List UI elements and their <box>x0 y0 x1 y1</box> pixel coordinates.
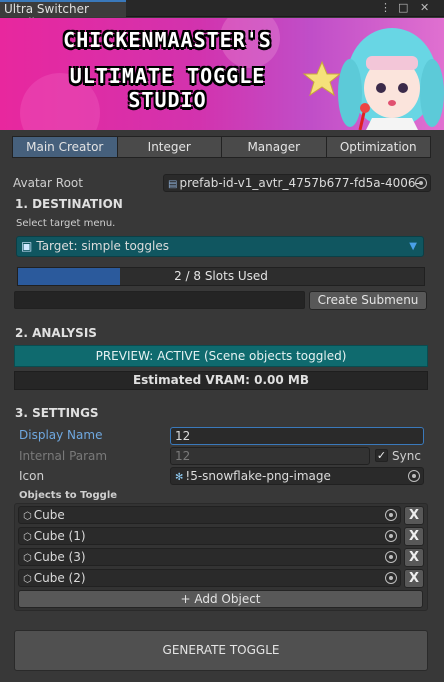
object-field[interactable]: ⬡ Cube (3) <box>18 548 401 566</box>
slots-progress-text: 2 / 8 Slots Used <box>174 269 268 283</box>
cube-icon: ⬡ <box>23 532 32 543</box>
object-picker-icon[interactable] <box>415 177 427 189</box>
tab-main-creator[interactable]: Main Creator <box>13 137 118 157</box>
objects-header: Objects to Toggle <box>19 490 118 501</box>
object-picker-icon[interactable] <box>385 509 397 521</box>
object-picker-icon[interactable] <box>385 572 397 584</box>
object-picker-icon[interactable] <box>385 530 397 542</box>
display-name-input[interactable]: 12 <box>170 427 424 445</box>
internal-param-input: 12 <box>170 447 370 465</box>
window-titlebar: Ultra Switcher Studio ⋮ □ ✕ <box>0 0 444 30</box>
close-icon[interactable]: ✕ <box>420 1 429 15</box>
window-title-tab[interactable]: Ultra Switcher Studio <box>0 0 126 30</box>
menu-icon: ▣ <box>21 239 33 253</box>
target-menu-value: Target: simple toggles <box>36 239 169 253</box>
preview-status-bar: PREVIEW: ACTIVE (Scene objects toggled) <box>14 345 428 367</box>
object-name: Cube (3) <box>33 550 86 564</box>
object-field[interactable]: ⬡ Cube (1) <box>18 527 401 545</box>
icon-label: Icon <box>19 469 45 483</box>
avatar-root-value: prefab-id-v1_avtr_4757b677-fd5a-4006- <box>179 176 420 190</box>
chevron-down-icon: ▼ <box>409 241 417 252</box>
object-name: Cube <box>33 508 65 522</box>
icon-picker-icon[interactable] <box>408 470 420 482</box>
cube-icon: ⬡ <box>23 574 32 585</box>
avatar-root-field[interactable]: ▤ prefab-id-v1_avtr_4757b677-fd5a-4006- <box>163 174 431 192</box>
maximize-icon[interactable]: □ <box>398 1 408 15</box>
object-field[interactable]: ⬡ Cube <box>18 506 401 524</box>
internal-param-label: Internal Param <box>19 449 108 463</box>
cube-icon: ⬡ <box>23 553 32 564</box>
icon-value: !5-snowflake-png-image <box>185 469 331 483</box>
icon-field[interactable]: ✻ !5-snowflake-png-image <box>170 467 424 485</box>
avatar-root-label: Avatar Root <box>13 176 83 190</box>
sync-checkbox[interactable]: ✓ <box>375 449 388 462</box>
banner-title-line1: CHICKENMAASTER'S <box>63 28 272 52</box>
prefab-file-icon: ▤ <box>168 179 178 190</box>
banner-title-line2: ULTIMATE TOGGLE <box>69 64 266 88</box>
display-name-label: Display Name <box>19 428 103 442</box>
vram-estimate: Estimated VRAM: 0.00 MB <box>14 371 428 390</box>
more-menu-icon[interactable]: ⋮ <box>380 1 391 15</box>
tab-optimization[interactable]: Optimization <box>326 137 430 157</box>
banner: CHICKENMAASTER'S ULTIMATE TOGGLE STUDIO <box>0 18 444 130</box>
object-name: Cube (2) <box>33 571 86 585</box>
remove-object-button[interactable]: X <box>404 548 424 567</box>
add-object-button[interactable]: + Add Object <box>18 590 423 608</box>
destination-hint: Select target menu. <box>16 218 116 229</box>
object-name: Cube (1) <box>33 529 86 543</box>
tab-integer[interactable]: Integer <box>117 137 222 157</box>
target-menu-dropdown[interactable]: ▣ Target: simple toggles ▼ <box>16 236 424 257</box>
generate-toggle-button[interactable]: GENERATE TOGGLE <box>14 630 428 671</box>
object-picker-icon[interactable] <box>385 551 397 563</box>
submenu-name-input[interactable] <box>14 291 305 309</box>
settings-header: 3. SETTINGS <box>15 406 99 420</box>
cube-icon: ⬡ <box>23 511 32 522</box>
destination-header: 1. DESTINATION <box>15 197 123 211</box>
main-tabs: Main Creator Integer Manager Optimizatio… <box>12 136 431 158</box>
remove-object-button[interactable]: X <box>404 527 424 546</box>
slots-progress-bar: 2 / 8 Slots Used <box>17 267 425 286</box>
banner-title-line3: STUDIO <box>128 88 207 112</box>
tab-manager[interactable]: Manager <box>222 137 327 157</box>
snowflake-icon: ✻ <box>175 472 184 483</box>
create-submenu-button[interactable]: Create Submenu <box>309 291 427 310</box>
sync-label: Sync <box>392 449 421 463</box>
remove-object-button[interactable]: X <box>404 569 424 588</box>
analysis-header: 2. ANALYSIS <box>15 326 97 340</box>
remove-object-button[interactable]: X <box>404 506 424 525</box>
object-field[interactable]: ⬡ Cube (2) <box>18 569 401 587</box>
